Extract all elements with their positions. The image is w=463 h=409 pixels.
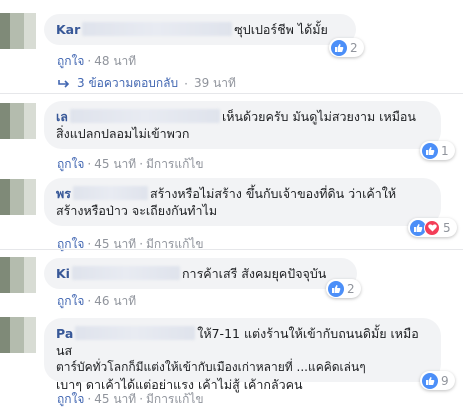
comment-time[interactable]: 46 นาที [94, 294, 136, 308]
thumbs-up-icon [422, 142, 438, 159]
reply-arrow-icon [58, 79, 70, 88]
avatar[interactable] [0, 317, 36, 353]
comment-meta: ถูกใจ · 45 นาที · มีการแก้ไข [57, 392, 204, 406]
avatar[interactable] [0, 179, 36, 215]
comment-time[interactable]: 45 นาที [94, 392, 136, 406]
redacted-name [72, 186, 148, 200]
avatar[interactable] [0, 13, 36, 49]
redacted-name [69, 109, 220, 123]
edited-label[interactable]: มีการแก้ไข [146, 157, 204, 171]
comment-author[interactable]: เล [56, 109, 68, 124]
like-link[interactable]: ถูกใจ [57, 54, 84, 68]
reaction-counter[interactable]: 1 [420, 141, 455, 160]
comment-meta: ถูกใจ · 46 นาที [57, 294, 137, 308]
redacted-name [71, 266, 180, 280]
comment-meta: ถูกใจ · 48 นาที [57, 54, 137, 68]
comment-2: เล เห็นด้วยครับ มันดูไม่สวยงาม เหมือน สิ่… [0, 95, 463, 175]
comment-bubble: พร สร้างหรือไม่สร้าง ขึ้นกับเจ้าของที่ดิน… [44, 178, 441, 226]
comment-author[interactable]: Ki [56, 266, 70, 281]
comment-text-line: สร้างหรือไม่สร้าง ขึ้นกับเจ้าของที่ดิน ว… [149, 186, 397, 201]
comment-author[interactable]: Kar [56, 22, 80, 37]
comment-text: การค้าเสรี สังคมยุคปัจจุบัน [181, 266, 327, 281]
reaction-counter[interactable]: 2 [326, 279, 361, 298]
reaction-count: 1 [441, 143, 449, 158]
avatar[interactable] [0, 103, 36, 139]
reaction-count: 9 [441, 373, 449, 388]
reaction-count: 2 [347, 281, 355, 296]
comment-text-line: สิ่งแปลกปลอมไม่เข้าพวก [56, 126, 190, 141]
edited-label[interactable]: มีการแก้ไข [146, 392, 204, 406]
comment-time[interactable]: 45 นาที [94, 157, 136, 171]
divider [0, 249, 463, 250]
reaction-counter[interactable]: 2 [329, 38, 364, 57]
comment-text: ซุปเปอร์ชีพ ได้มั้ย [234, 22, 328, 37]
comment-bubble: Ki การค้าเสรี สังคมยุคปัจจุบัน [44, 258, 357, 289]
reaction-count: 5 [443, 220, 451, 235]
comment-author[interactable]: Pa [56, 326, 73, 341]
comment-time[interactable]: 48 นาที [94, 54, 136, 68]
reaction-counter[interactable]: 9 [420, 371, 455, 390]
heart-icon [424, 219, 440, 236]
comment-1: Kar ซุปเปอร์ชีพ ได้มั้ย 2 ถูกใจ · 48 นาที [0, 0, 463, 70]
redacted-name [82, 22, 233, 36]
thumbs-up-icon [328, 280, 344, 297]
replies-count-label[interactable]: 3 ข้อความตอบกลับ [77, 74, 178, 93]
view-replies-link[interactable]: 3 ข้อความตอบกลับ · 39 นาที [57, 74, 236, 93]
comment-author[interactable]: พร [56, 186, 71, 201]
reaction-counter[interactable]: 5 [408, 218, 457, 237]
like-link[interactable]: ถูกใจ [57, 157, 84, 171]
like-link[interactable]: ถูกใจ [57, 294, 84, 308]
comment-bubble: Kar ซุปเปอร์ชีพ ได้มั้ย [44, 14, 356, 45]
like-link[interactable]: ถูกใจ [57, 392, 84, 406]
comment-3: พร สร้างหรือไม่สร้าง ขึ้นกับเจ้าของที่ดิน… [0, 172, 463, 252]
comment-5: Pa ให้7-11 แต่งร้านให้เข้ากับถนนดิมั้ย เห… [0, 312, 463, 409]
divider [0, 93, 463, 94]
thumbs-up-icon [422, 372, 438, 389]
comment-text-line: เห็นด้วยครับ มันดูไม่สวยงาม เหมือน [221, 109, 416, 124]
redacted-name [75, 326, 196, 340]
comment-4: Ki การค้าเสรี สังคมยุคปัจจุบัน 2 ถูกใจ · 46… [0, 252, 463, 312]
replies-time: 39 นาที [193, 76, 236, 90]
thumbs-up-icon [331, 39, 347, 56]
comment-bubble: Pa ให้7-11 แต่งร้านให้เข้ากับถนนดิมั้ย เห… [44, 318, 441, 392]
comment-text-line: สร้างหรือป่าว จะเถียงกันทำไม [56, 203, 218, 218]
comment-bubble: เล เห็นด้วยครับ มันดูไม่สวยงาม เหมือน สิ่… [44, 101, 441, 149]
avatar[interactable] [0, 257, 36, 293]
comment-text-line: ตาร์บัคทั่วโลกก็มีแต่งให้เข้ากับเมืองเก่… [56, 360, 366, 374]
reaction-count: 2 [350, 40, 358, 55]
